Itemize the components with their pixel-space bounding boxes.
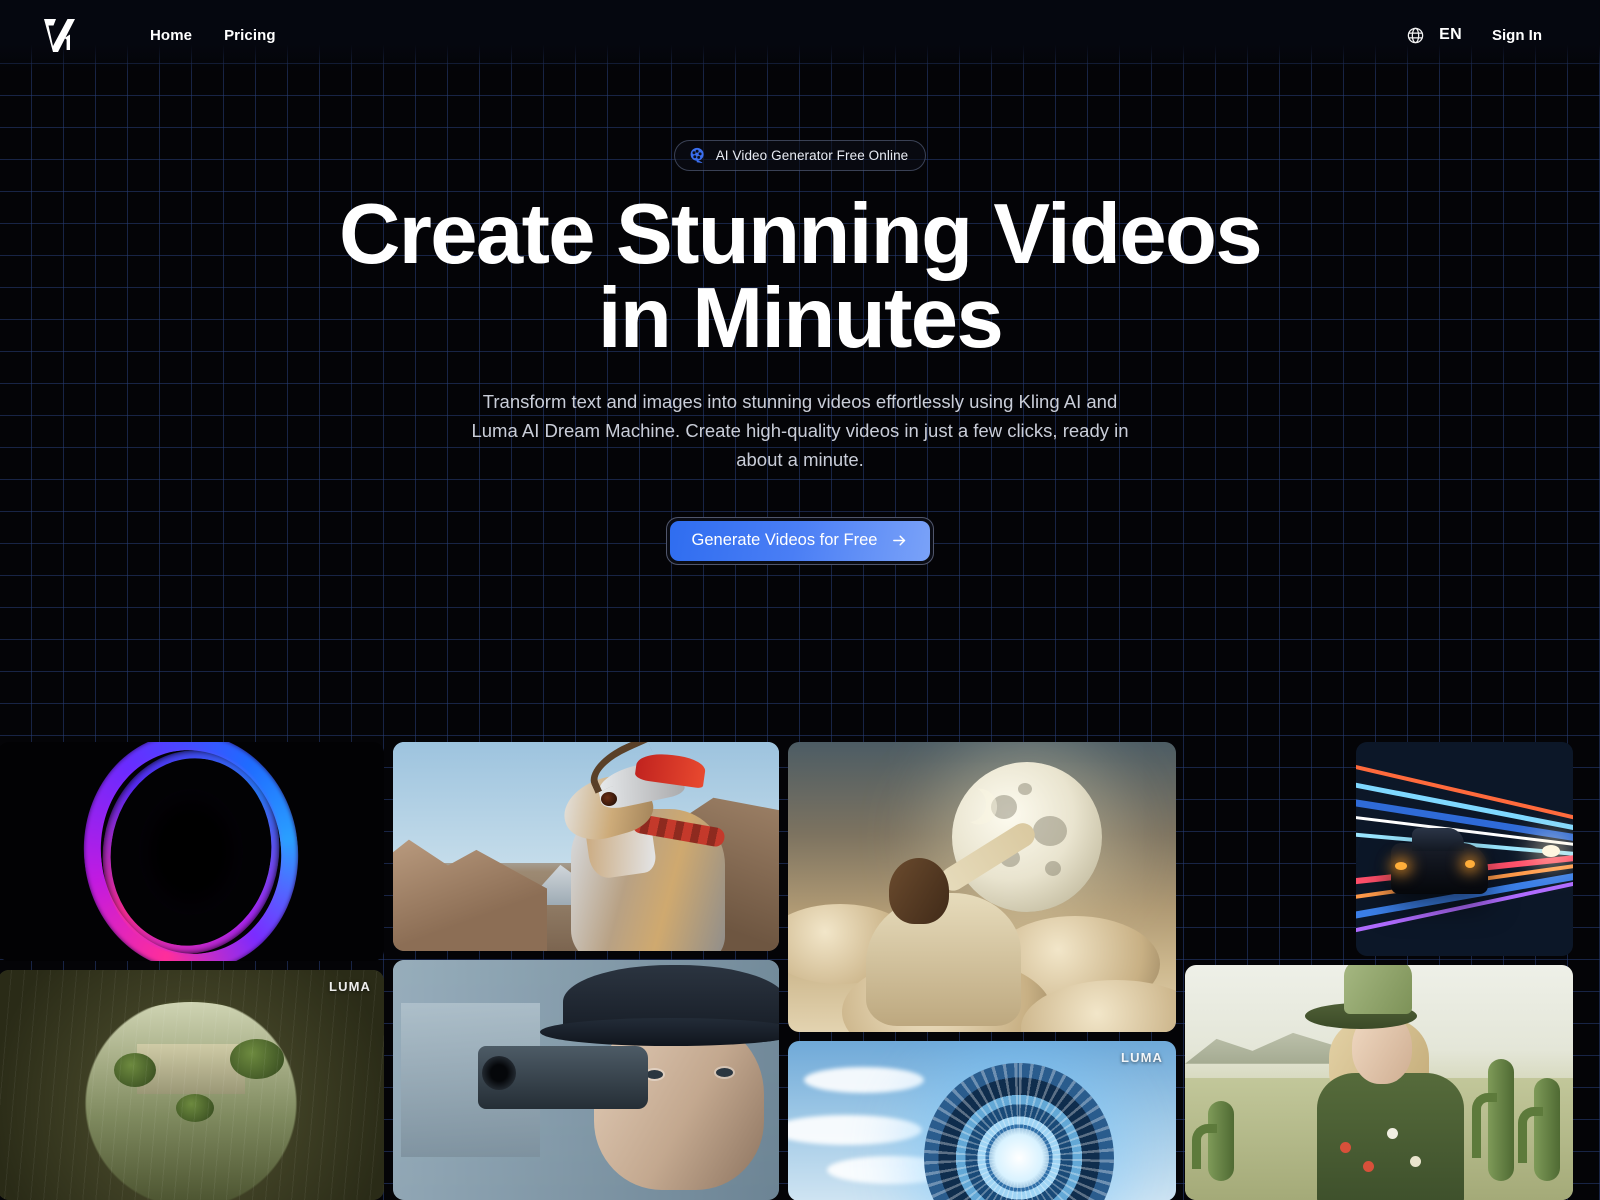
header-actions: EN Sign In bbox=[1406, 26, 1570, 45]
page-title: Create Stunning Videos in Minutes bbox=[338, 187, 1263, 367]
arrow-right-icon bbox=[893, 535, 906, 546]
film-reel-icon bbox=[690, 147, 704, 164]
tile-mech-goat[interactable] bbox=[393, 742, 779, 951]
luma-watermark: LUMA bbox=[329, 979, 371, 994]
artwork-girl-moon bbox=[788, 742, 1176, 1032]
tile-overgrown-tunnel[interactable]: LUMA bbox=[0, 970, 384, 1200]
language-selector[interactable]: EN bbox=[1439, 26, 1462, 44]
hero-section: AI Video Generator Free Online Create St… bbox=[0, 0, 1600, 565]
tile-noir-detective[interactable] bbox=[393, 960, 779, 1200]
artwork-sky-portal bbox=[788, 1041, 1176, 1200]
cta-label: Generate Videos for Free bbox=[691, 531, 878, 550]
hero-badge: AI Video Generator Free Online bbox=[673, 140, 927, 171]
gallery-column-2 bbox=[393, 742, 779, 1200]
artwork-mech-goat bbox=[393, 742, 779, 951]
hero-badge-label: AI Video Generator Free Online bbox=[715, 148, 909, 163]
artwork-noir-detective bbox=[393, 960, 779, 1200]
primary-nav: Home Pricing bbox=[150, 27, 276, 44]
hero-subtitle: Transform text and images into stunning … bbox=[471, 391, 1129, 470]
gallery-column-1: LUMA bbox=[0, 742, 384, 1200]
tile-sky-portal[interactable]: LUMA bbox=[788, 1041, 1176, 1200]
v1-logo-icon bbox=[44, 19, 75, 52]
tile-desert-woman[interactable] bbox=[1185, 965, 1573, 1200]
tile-girl-moon[interactable] bbox=[788, 742, 1176, 1032]
cta-button-ring: Generate Videos for Free bbox=[665, 516, 935, 565]
site-header: Home Pricing EN Sign In bbox=[0, 0, 1600, 70]
artwork-neon-portal bbox=[0, 742, 384, 961]
tile-speeding-car[interactable] bbox=[1356, 742, 1573, 956]
gallery-column-4 bbox=[1185, 742, 1573, 1200]
nav-item-home[interactable]: Home bbox=[150, 27, 192, 44]
showcase-gallery: LUMA LUMA bbox=[0, 742, 1600, 1200]
luma-watermark: LUMA bbox=[1121, 1050, 1163, 1065]
nav-item-pricing[interactable]: Pricing bbox=[224, 27, 276, 44]
brand-logo[interactable] bbox=[34, 13, 86, 57]
tile-neon-portal[interactable] bbox=[0, 742, 384, 961]
globe-icon[interactable] bbox=[1406, 26, 1425, 45]
page-root: Home Pricing EN Sign In AI Video Generat… bbox=[0, 0, 1600, 1200]
generate-videos-button[interactable]: Generate Videos for Free bbox=[669, 520, 931, 561]
artwork-speeding-car bbox=[1356, 742, 1573, 956]
artwork-desert-woman bbox=[1185, 965, 1573, 1200]
artwork-overgrown-tunnel bbox=[0, 970, 384, 1200]
gallery-column-3: LUMA bbox=[788, 742, 1176, 1200]
sign-in-link[interactable]: Sign In bbox=[1492, 27, 1542, 44]
